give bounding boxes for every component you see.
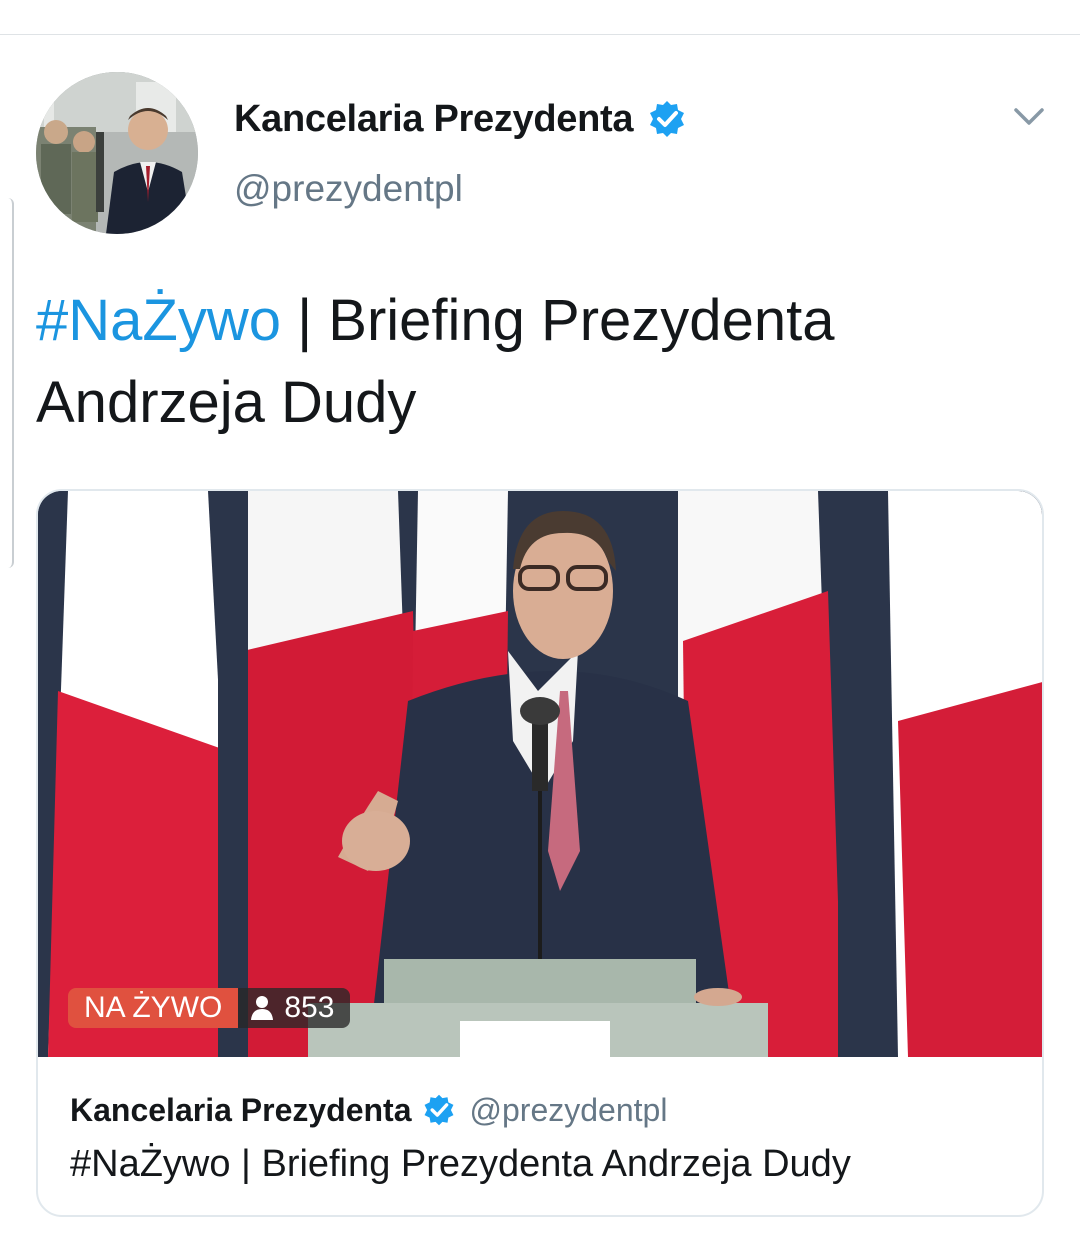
tweet-text: #NaŻywo | Briefing Prezydenta Andrzeja D… [36, 280, 1036, 444]
tweet: Kancelaria Prezydenta @prezydentpl #NaŻy… [0, 0, 1080, 1248]
video-thumbnail [38, 491, 1042, 1057]
person-icon [251, 996, 274, 1020]
verified-badge-icon [424, 1094, 453, 1126]
live-badge: NA ŻYWO 853 [68, 988, 351, 1028]
author-handle[interactable]: @prezydentpl [234, 168, 463, 210]
author-display-name[interactable]: Kancelaria Prezydenta [234, 98, 634, 141]
viewer-count-badge: 853 [238, 988, 351, 1028]
verified-badge-icon [650, 101, 685, 137]
live-video-card[interactable]: NA ŻYWO 853 Kancelaria Prezydenta @prezy… [36, 489, 1044, 1217]
card-title: #NaŻywo | Briefing Prezydenta Andrzeja D… [70, 1143, 851, 1185]
chevron-down-icon[interactable] [1008, 96, 1050, 138]
card-author-name[interactable]: Kancelaria Prezydenta [70, 1092, 412, 1129]
avatar-photo [36, 72, 198, 234]
card-author-row[interactable]: Kancelaria Prezydenta @prezydentpl [70, 1087, 667, 1133]
viewer-count: 853 [284, 991, 335, 1024]
author-avatar[interactable] [36, 72, 198, 234]
author-name-row[interactable]: Kancelaria Prezydenta [234, 94, 687, 144]
video-player[interactable]: NA ŻYWO 853 [38, 491, 1042, 1057]
hashtag-link[interactable]: #NaŻywo [36, 288, 281, 353]
card-author-handle[interactable]: @prezydentpl [470, 1092, 668, 1129]
live-label: NA ŻYWO [68, 988, 239, 1028]
